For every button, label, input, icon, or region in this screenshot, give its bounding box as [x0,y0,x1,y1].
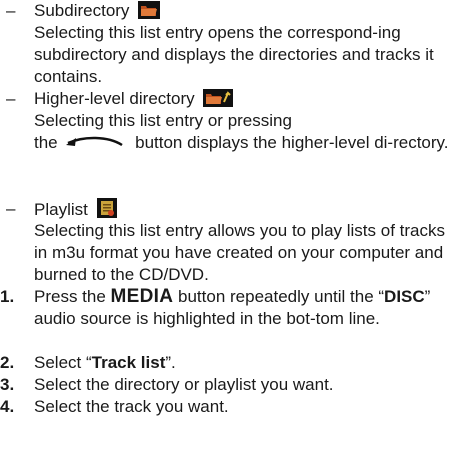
step-number: 2. [0,353,15,372]
step-text: Select “ [34,353,92,372]
track-list-label: Track list [91,353,166,372]
back-arrow-icon [64,134,128,156]
bullet-desc-a: Selecting this list entry or pressing [34,111,292,130]
bullet-desc: Selecting this list entry allows you to … [34,221,445,284]
step-number: 3. [0,375,15,394]
bullet-desc-b: button displays the higher-level di-rect… [135,133,449,152]
bullet-desc-the: the [34,133,58,152]
step-4: 4. Select the track you want. [0,396,454,418]
step-text: Select the track you want. [34,397,229,416]
bullet-higher-level: – Higher-level directory Selecting this … [0,88,456,154]
step-number: 4. [0,397,15,416]
step-text: Select the directory or playlist you wan… [34,375,334,394]
disc-source-label: DISC [384,287,425,306]
step-text: button repeatedly until the “ [178,287,385,306]
step-number: 1. [0,287,15,306]
bullet-desc: Selecting this list entry opens the corr… [34,23,434,86]
media-button-label: MEDIA [110,286,174,307]
manual-page: – Subdirectory Selecting this list entry… [0,0,456,475]
step-2: 2. Select “Track list”. [0,352,454,374]
step-text: ”. [165,353,176,372]
dash: – [6,199,16,218]
bullet-playlist: – Playlist Selecting this list entry all… [0,198,456,286]
dash: – [6,89,16,108]
bullet-title: Higher-level directory [34,89,195,108]
bullet-subdirectory: – Subdirectory Selecting this list entry… [0,0,456,88]
step-3: 3. Select the directory or playlist you … [0,374,454,396]
step-1: 1. Press the MEDIA button repeatedly unt… [0,286,454,330]
dash: – [6,1,16,20]
bullet-title: Subdirectory [34,1,130,20]
bullet-title: Playlist [34,200,88,219]
step-text: Press the [34,287,106,306]
